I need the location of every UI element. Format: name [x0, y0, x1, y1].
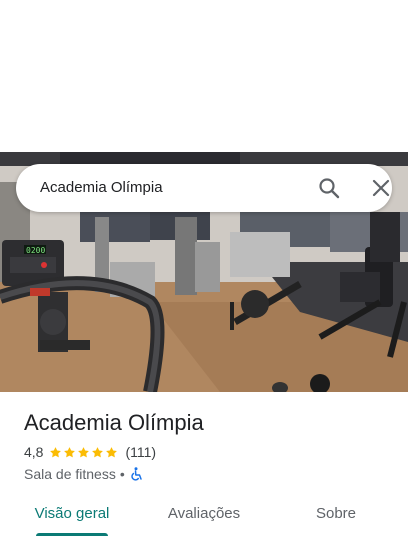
review-count[interactable]: (111)	[125, 444, 156, 460]
tab-reviews[interactable]: Avaliações	[154, 496, 254, 532]
search-icon[interactable]	[318, 177, 340, 199]
star-icon	[106, 446, 118, 457]
place-tabs: Visão geral Avaliações Sobre	[0, 496, 408, 544]
tab-overview[interactable]: Visão geral	[24, 496, 120, 532]
rating-value: 4,8	[24, 444, 44, 460]
close-icon[interactable]	[371, 178, 391, 198]
star-icon	[92, 446, 104, 457]
star-rating	[49, 446, 119, 459]
category-row: Sala de fitness •	[24, 465, 143, 483]
place-title: Academia Olímpia	[24, 410, 204, 435]
map-blank-area	[0, 0, 408, 152]
wheelchair-icon	[129, 467, 143, 481]
star-icon	[50, 446, 62, 457]
place-category: Sala de fitness	[24, 466, 116, 482]
tab-about[interactable]: Sobre	[296, 496, 376, 532]
category-separator: •	[119, 466, 125, 482]
star-icon	[64, 446, 76, 457]
search-input[interactable]: Academia Olímpia	[40, 178, 163, 198]
star-icon	[78, 446, 90, 457]
treadmill-display-text: 0200	[26, 246, 45, 255]
active-tab-indicator	[36, 533, 108, 536]
search-bar[interactable]: Academia Olímpia	[16, 164, 392, 212]
rating-row[interactable]: 4,8 (111)	[24, 443, 156, 461]
